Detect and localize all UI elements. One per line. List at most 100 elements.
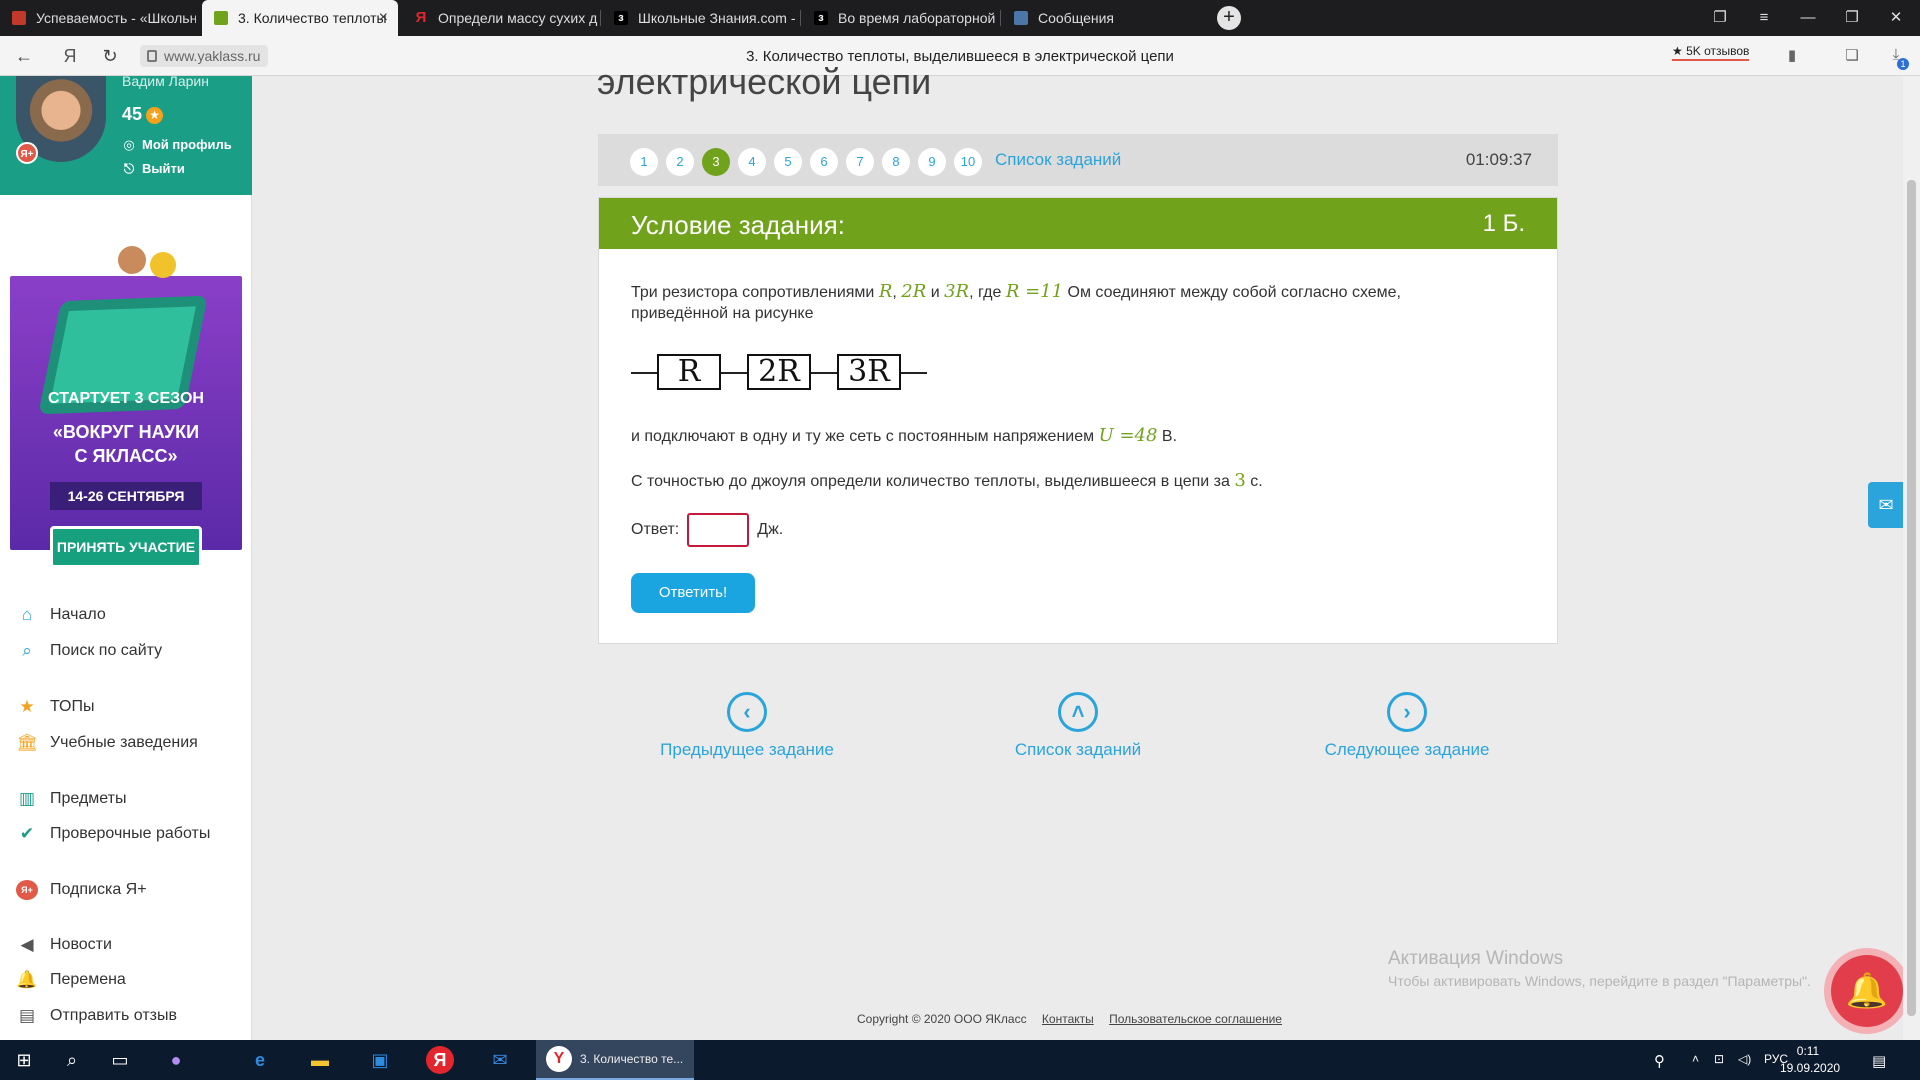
next-task-button[interactable]: › Следующее задание xyxy=(1297,692,1517,760)
task-number-button[interactable]: 2 xyxy=(666,148,694,176)
sidebar-item-tops[interactable]: ★ ТОПы xyxy=(16,695,94,719)
sidebar-item-schools[interactable]: 🏛 Учебные заведения xyxy=(16,731,198,755)
task-number-button[interactable]: 9 xyxy=(918,148,946,176)
school-icon: 🏛 xyxy=(16,733,38,752)
task-number-button[interactable]: 5 xyxy=(774,148,802,176)
child-illustration xyxy=(150,252,176,278)
scrollbar-thumb[interactable] xyxy=(1907,180,1916,1016)
volume-icon[interactable]: ◁) xyxy=(1738,1052,1751,1066)
sidebar-item-label: Начало xyxy=(50,606,106,623)
bookmarks-panel-icon[interactable]: ❐ xyxy=(1698,0,1742,36)
prev-task-button[interactable]: ‹ Предыдущее задание xyxy=(637,692,857,760)
minimize-button[interactable]: — xyxy=(1786,0,1830,36)
edge-icon[interactable]: e xyxy=(246,1046,274,1074)
user-name[interactable]: Вадим Ларин xyxy=(122,73,209,89)
timer: 01:09:37 xyxy=(1465,150,1532,169)
task-list-button[interactable]: ˄ Список заданий xyxy=(968,692,1188,760)
task-number-current[interactable]: 3 xyxy=(702,148,730,176)
task-number-button[interactable]: 7 xyxy=(846,148,874,176)
yaplus-badge-icon: Я+ xyxy=(16,142,38,164)
star-icon: ★ xyxy=(146,107,164,124)
task-list-link[interactable]: Список заданий xyxy=(995,150,1121,170)
sidebar-item-label: Предметы xyxy=(50,790,127,807)
bookmark-icon[interactable]: ▮ xyxy=(1782,46,1802,66)
menu-icon[interactable]: ≡ xyxy=(1742,0,1786,36)
task-number-button[interactable]: 6 xyxy=(810,148,838,176)
mail-feedback-icon[interactable]: ✉ xyxy=(1868,482,1904,528)
task-list-label: Список заданий xyxy=(1014,740,1142,759)
new-tab-button[interactable]: + xyxy=(1217,6,1241,30)
sidebar-item-label: Перемена xyxy=(50,971,126,988)
yaplus-icon: Я+ xyxy=(16,880,38,900)
tab-lab[interactable]: з Во время лабораторной р xyxy=(802,0,998,36)
task-number-button[interactable]: 8 xyxy=(882,148,910,176)
chevron-left-icon: ‹ xyxy=(727,692,767,732)
task-number-button[interactable]: 4 xyxy=(738,148,766,176)
answer-input[interactable] xyxy=(687,513,750,547)
join-button[interactable]: ПРИНЯТЬ УЧАСТИЕ xyxy=(50,526,202,568)
tab-progress[interactable]: Успеваемость - «Школьн xyxy=(0,0,196,36)
network-icon[interactable]: ⊡ xyxy=(1714,1052,1724,1066)
points-value: 45 xyxy=(122,104,143,124)
page-footer: Copyright © 2020 ООО ЯКласс Контакты Пол… xyxy=(857,1012,1282,1026)
chevron-right-icon: › xyxy=(1387,692,1427,732)
sidebar-item-subscription[interactable]: Я+ Подписка Я+ xyxy=(16,878,147,902)
sidebar-item-break[interactable]: 🔔 Перемена xyxy=(16,968,126,992)
alice-icon[interactable]: ● xyxy=(162,1046,190,1074)
store-icon[interactable]: ▣ xyxy=(366,1046,394,1074)
people-icon[interactable]: ⚲ xyxy=(1654,1052,1665,1070)
search-icon[interactable]: ⌕ xyxy=(58,1046,86,1074)
sidebar-item-label: Подписка Я+ xyxy=(50,881,147,898)
logout-label: Выйти xyxy=(142,161,185,176)
clock-date: 19.09.2020 xyxy=(1780,1061,1841,1075)
answer-label: Ответ: xyxy=(631,521,680,538)
task-number-button[interactable]: 10 xyxy=(954,148,982,176)
math-2R: 2R xyxy=(901,281,927,302)
sidebar-item-feedback[interactable]: ▤ Отправить отзыв xyxy=(16,1004,177,1028)
contacts-link[interactable]: Контакты xyxy=(1042,1012,1094,1026)
task-view-icon[interactable]: ▭ xyxy=(106,1046,134,1074)
close-tab-icon[interactable]: × xyxy=(379,9,388,27)
home-icon: ⌂ xyxy=(21,605,33,624)
page-scrollbar[interactable] xyxy=(1903,76,1920,1040)
mail-icon[interactable]: ✉ xyxy=(486,1046,514,1074)
tab-separator xyxy=(600,10,601,26)
my-profile-link[interactable]: ◎ Мой профиль xyxy=(122,137,231,153)
download-count-badge: 1 xyxy=(1897,58,1909,70)
promo-banner[interactable]: СТАРТУЕТ 3 СЕЗОН «ВОКРУГ НАУКИ С ЯКЛАСС»… xyxy=(10,246,242,550)
submit-answer-button[interactable]: Ответить! xyxy=(631,573,755,613)
restore-button[interactable]: ❐ xyxy=(1830,0,1874,36)
tab-yandex[interactable]: Я Определи массу сухих др xyxy=(402,0,598,36)
taskbar-active-window[interactable]: Y 3. Количество те... xyxy=(536,1040,694,1080)
user-icon: ◎ xyxy=(123,137,135,152)
file-explorer-icon[interactable]: ▬ xyxy=(306,1046,334,1074)
sidebar-item-tests[interactable]: ✔ Проверочные работы xyxy=(16,822,210,846)
tab-separator xyxy=(1000,10,1001,26)
tab-znanija[interactable]: з Школьные Знания.com - F xyxy=(602,0,798,36)
sidebar-item-news[interactable]: ◀ Новости xyxy=(16,933,111,957)
tray-arrow-icon[interactable]: ˄ xyxy=(1692,1052,1699,1066)
tab-current-task[interactable]: 3. Количество теплоты × xyxy=(202,0,398,36)
collections-icon[interactable]: ❏ xyxy=(1842,46,1862,66)
windows-start-icon[interactable]: ⊞ xyxy=(10,1046,38,1074)
notification-center-icon[interactable]: ▤ xyxy=(1872,1052,1886,1070)
notifications-button[interactable]: 🔔 xyxy=(1824,948,1910,1034)
sidebar-item-subjects[interactable]: ▥ Предметы xyxy=(16,787,127,811)
logout-icon: ⎋ xyxy=(123,161,135,176)
system-clock[interactable]: 0:11 19.09.2020 xyxy=(1780,1043,1841,1077)
tab-messages[interactable]: Сообщения xyxy=(1002,0,1198,36)
task-paragraph-1: Три резистора сопротивлениями R, 2R и 3R… xyxy=(631,281,1401,304)
sidebar-item-search[interactable]: ⌕ Поиск по сайту xyxy=(16,639,162,663)
logout-link[interactable]: ⎋ Выйти xyxy=(122,161,185,177)
task-header-title: Условие задания: xyxy=(631,210,845,240)
promo-dates: 14-26 СЕНТЯБРЯ xyxy=(50,482,202,510)
sidebar-item-home[interactable]: ⌂ Начало xyxy=(16,603,106,627)
task-number-button[interactable]: 1 xyxy=(630,148,658,176)
agreement-link[interactable]: Пользовательское соглашение xyxy=(1109,1012,1282,1026)
text-fragment: с. xyxy=(1245,473,1263,490)
yandex-browser-icon[interactable]: Я xyxy=(426,1046,454,1074)
task-number-bar: 1 2 3 4 5 6 7 8 9 10 Список заданий 01:0… xyxy=(598,134,1558,186)
tab-label: Успеваемость - «Школьн xyxy=(36,10,196,26)
reviews-button[interactable]: ★ 5K отзывов xyxy=(1672,44,1750,61)
close-window-button[interactable]: ✕ xyxy=(1874,0,1918,36)
